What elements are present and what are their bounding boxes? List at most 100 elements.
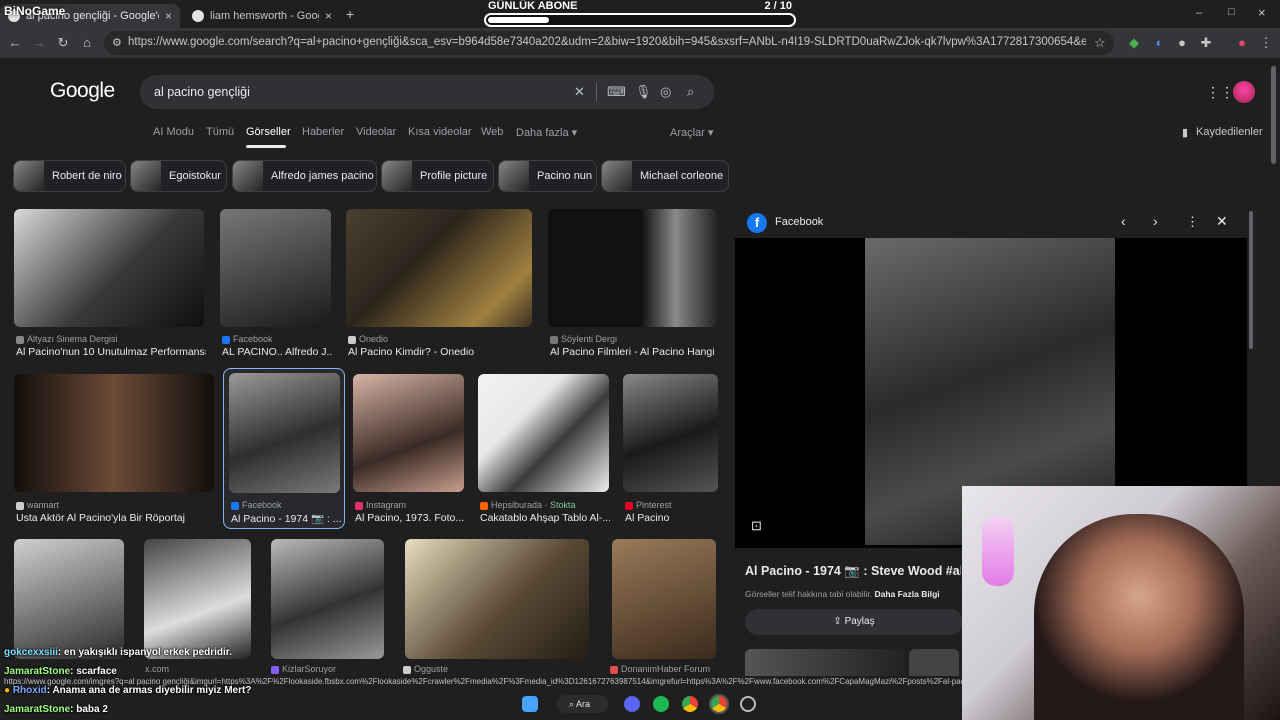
extensions-puzzle-icon[interactable]: ✚ (1198, 35, 1214, 51)
result-image[interactable] (353, 374, 464, 492)
tab-news[interactable]: Haberler (302, 126, 344, 138)
reload-icon[interactable]: ↻ (55, 35, 71, 51)
lens-camera-icon[interactable]: ◎ (660, 84, 671, 100)
tab-web[interactable]: Web (481, 126, 503, 138)
sub-goal-track (484, 13, 796, 27)
obs-icon[interactable] (740, 696, 756, 712)
chip-profile-picture[interactable]: Profile picture (381, 160, 494, 192)
result-image[interactable] (220, 209, 331, 327)
result-caption[interactable]: Al Pacino Kimdir? - Onedio (348, 346, 534, 358)
result-caption[interactable]: Al Pacino - 1974 📷 : ... (231, 512, 341, 525)
saved-icon[interactable]: ▮ (1182, 126, 1188, 139)
sub-goal-fill (488, 17, 549, 23)
result-image[interactable] (14, 539, 124, 659)
search-input[interactable]: al pacino gençliği (154, 85, 250, 99)
share-button[interactable]: ⇪ Paylaş (745, 609, 963, 635)
chip-thumbnail (131, 161, 161, 191)
result-image[interactable] (144, 539, 251, 659)
result-caption[interactable]: Al Pacino'nun 10 Unutulmaz Performansı..… (16, 346, 206, 358)
chat-badge-icon: ● (4, 685, 13, 696)
chip-egoistokur[interactable]: Egoistokur (130, 160, 227, 192)
google-logo[interactable]: Google (50, 79, 115, 103)
tab-videos[interactable]: Videolar (356, 126, 396, 138)
result-image[interactable] (346, 209, 532, 327)
minimize-button[interactable]: – (1196, 7, 1202, 19)
result-caption[interactable]: Al Pacino (625, 512, 719, 524)
windows-start-icon[interactable] (522, 696, 538, 712)
microphone-icon[interactable]: 🎙 (635, 84, 652, 100)
spotify-icon[interactable] (653, 696, 669, 712)
result-caption[interactable]: Al Pacino, 1973. Foto... (355, 512, 465, 524)
search-box[interactable]: al pacino gençliği ✕ ⌨ 🎙 ◎ ⌕ (140, 75, 714, 109)
chrome-icon[interactable] (682, 696, 698, 712)
preview-source[interactable]: Facebook (775, 216, 823, 228)
shield-extension-icon[interactable]: ◆ (1126, 35, 1142, 51)
result-image[interactable] (14, 209, 204, 327)
forward-icon[interactable]: → (31, 35, 47, 51)
chrome-active-icon[interactable] (709, 694, 729, 714)
chat-text: : baba 2 (70, 704, 108, 715)
tools-button[interactable]: Araçlar ▾ (670, 126, 713, 139)
result-image[interactable] (612, 539, 716, 659)
tab-liam-hemsworth[interactable]: liam hemsworth - Google'da Ara × (184, 4, 340, 28)
search-icon[interactable]: ⌕ (687, 84, 694, 100)
taskbar-search[interactable]: ⌕ Ara (557, 695, 609, 713)
tab-close-icon[interactable]: × (325, 9, 332, 23)
profile-avatar-icon[interactable]: ● (1234, 35, 1250, 51)
source-favicon-icon (550, 335, 558, 344)
apps-grid-icon[interactable]: ⋮⋮ (1206, 84, 1234, 101)
learn-more-link[interactable]: Daha Fazla Bilgi (874, 589, 939, 599)
close-preview-icon[interactable]: ✕ (1216, 213, 1228, 230)
sub-goal-label: GÜNLÜK ABONE (488, 0, 578, 12)
maximize-button[interactable]: □ (1228, 6, 1235, 18)
chip-robert-de-niro[interactable]: Robert de niro (13, 160, 126, 192)
site-info-icon[interactable]: ⚙ (112, 36, 122, 49)
audio-extension-icon[interactable]: ◖ (1150, 35, 1166, 51)
result-caption[interactable]: AL PACINO.. Alfredo J... (222, 346, 332, 358)
discord-icon[interactable] (624, 696, 640, 712)
clear-search-icon[interactable]: ✕ (574, 84, 585, 100)
preview-title[interactable]: Al Pacino - 1974 📷 : Steve Wood #alpacin… (745, 564, 961, 579)
keyboard-icon[interactable]: ⌨ (607, 84, 626, 100)
tab-close-icon[interactable]: × (165, 9, 172, 23)
saved-link[interactable]: Kaydedilenler (1196, 126, 1263, 138)
share-label: Paylaş (844, 616, 875, 627)
result-image[interactable] (271, 539, 384, 659)
tab-more[interactable]: Daha fazla ▾ (516, 126, 577, 139)
result-caption[interactable]: Al Pacino Filmleri - Al Pacino Hangi ... (550, 346, 718, 358)
page-scrollbar[interactable] (1271, 66, 1276, 164)
tab-ai-mode[interactable]: AI Modu (153, 126, 194, 138)
chip-alfredo-james-pacino[interactable]: Alfredo james pacino (232, 160, 377, 192)
result-image[interactable] (14, 374, 214, 492)
account-avatar[interactable] (1233, 81, 1255, 103)
tab-all[interactable]: Tümü (206, 126, 234, 138)
tab-images[interactable]: Görseller (246, 126, 291, 138)
result-caption[interactable]: Cakatablo Ahşap Tablo Al-... (480, 512, 610, 524)
bookmark-star-icon[interactable]: ☆ (1094, 35, 1106, 51)
result-image[interactable] (478, 374, 609, 492)
result-image[interactable] (623, 374, 718, 492)
result-image[interactable] (229, 373, 340, 493)
more-options-icon[interactable]: ⋮ (1186, 214, 1199, 230)
home-icon[interactable]: ⌂ (79, 35, 95, 51)
panel-scrollbar[interactable] (1249, 211, 1253, 349)
tab-short-videos[interactable]: Kısa videolar (408, 126, 472, 138)
chip-michael-corleone[interactable]: Michael corleone (601, 160, 729, 192)
next-icon[interactable]: › (1153, 213, 1158, 229)
copyright-text: Görseller telif hakkına tabi olabilir. (745, 589, 873, 599)
menu-kebab-icon[interactable]: ⋮ (1258, 35, 1274, 51)
back-icon[interactable]: ← (7, 35, 23, 51)
result-source: Facebook (222, 334, 273, 344)
new-tab-button[interactable]: + (346, 6, 354, 22)
previous-icon[interactable]: ‹ (1121, 213, 1126, 229)
taskbar-search-label: Ara (576, 699, 591, 709)
result-caption[interactable]: Usta Aktör Al Pacino'yla Bir Röportaj (16, 512, 216, 524)
close-window-button[interactable]: × (1258, 5, 1266, 20)
address-bar[interactable]: ⚙ https://www.google.com/search?q=al+pac… (104, 31, 1114, 55)
chip-pacino-nun[interactable]: Pacino nun (498, 160, 597, 192)
extension-icon[interactable]: ● (1174, 35, 1190, 51)
lens-search-icon[interactable]: ⊡ (751, 518, 762, 534)
result-image[interactable] (548, 209, 718, 327)
chat-text: : en yakışıklı ispanyol erkek pedridir. (57, 647, 232, 658)
result-image[interactable] (405, 539, 589, 659)
